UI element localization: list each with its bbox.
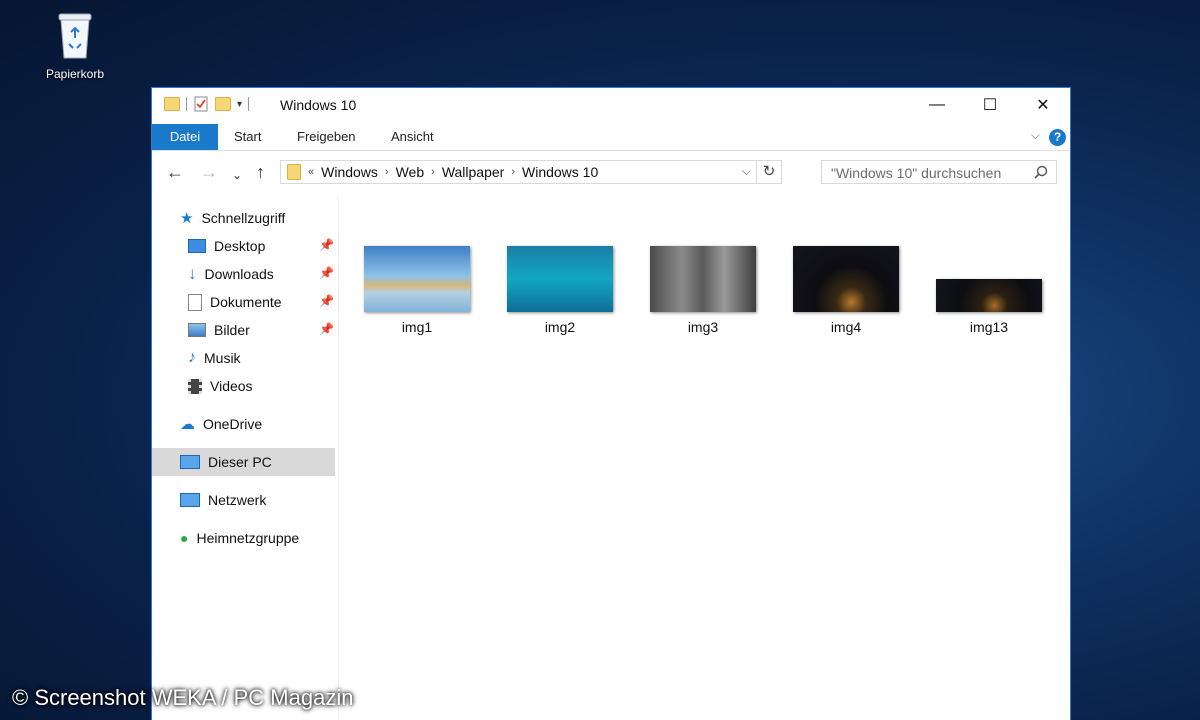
music-note-icon: ♪ [188,349,196,366]
close-button[interactable]: ✕ [1020,88,1066,122]
pin-icon[interactable]: 📌 [319,266,334,280]
nav-item-pictures[interactable]: Bilder [188,316,250,344]
nav-label: Videos [210,378,253,394]
search-box[interactable]: "Windows 10" durchsuchen [821,160,1057,184]
tab-start[interactable]: Start [234,124,261,150]
nav-item-videos[interactable]: Videos [188,372,253,400]
file-name: img13 [969,319,1009,335]
quick-access-toolbar: ▾ [164,96,250,112]
nav-label: Netzwerk [208,492,267,508]
nav-item-documents[interactable]: Dokumente [188,288,282,316]
tab-ansicht[interactable]: Ansicht [391,124,434,150]
file-name: img4 [830,319,862,335]
file-item[interactable]: img13 [929,246,1049,335]
pin-icon[interactable]: 📌 [319,294,334,308]
nav-label: Desktop [214,238,266,254]
up-button[interactable]: ↑ [256,163,265,181]
star-icon: ★ [180,210,194,227]
search-icon[interactable] [1034,165,1048,179]
nav-item-homegroup[interactable]: ● Heimnetzgruppe [180,524,299,552]
file-item[interactable]: img2 [500,246,620,335]
thumbnail-rock-image [650,246,756,312]
pin-icon[interactable]: 📌 [319,238,334,252]
folder-icon [164,97,180,111]
refresh-icon[interactable]: ↻ [756,161,781,183]
navigation-pane: ★ Schnellzugriff Desktop 📌 ↓ Downloads 📌… [152,196,339,720]
folder-icon [287,164,301,180]
separator [186,97,187,111]
file-item[interactable]: img3 [643,246,763,335]
pictures-icon [188,323,206,337]
customize-toolbar-dropdown-icon[interactable]: ▾ [237,99,242,110]
nav-item-network[interactable]: Netzwerk [180,486,266,514]
file-list: img1 img2 img3 img4 img13 [340,196,1070,720]
breadcrumb-windows-10[interactable]: Windows 10 [522,164,598,180]
homegroup-icon: ● [180,530,189,546]
search-input[interactable]: "Windows 10" durchsuchen [831,165,1001,181]
tab-freigeben[interactable]: Freigeben [297,124,356,150]
nav-label: Dokumente [210,294,282,310]
breadcrumb-web[interactable]: Web [396,164,425,180]
file-name: img2 [544,319,576,335]
address-bar[interactable]: « Windows › Web › Wallpaper › Windows 10… [280,160,782,184]
maximize-button[interactable]: ☐ [967,88,1013,122]
breadcrumb-wallpaper[interactable]: Wallpaper [442,164,505,180]
thumbnail-underwater-image [507,246,613,312]
pin-icon[interactable]: 📌 [319,322,334,336]
properties-icon[interactable] [193,96,209,112]
computer-icon [180,455,200,469]
desktop-icon [188,239,206,253]
expand-ribbon-icon[interactable]: ⌵ [1031,128,1040,143]
file-name: img3 [687,319,719,335]
film-icon [188,378,202,394]
file-item[interactable]: img1 [357,246,477,335]
recycle-bin-label: Papierkorb [45,67,105,81]
title-bar: ▾ Windows 10 — ☐ ✕ [152,88,1070,122]
explorer-window: ▾ Windows 10 — ☐ ✕ Datei Start Freigeben… [151,87,1071,720]
file-item[interactable]: img4 [786,246,906,335]
thumbnail-night-sky-image [793,246,899,312]
cloud-icon: ☁ [180,416,195,433]
ribbon-tabs: Datei Start Freigeben Ansicht ⌵ ? [152,124,1070,151]
chevron-right-icon[interactable]: › [511,166,515,178]
address-overflow-button[interactable]: « [308,166,314,178]
chevron-right-icon[interactable]: › [385,166,389,178]
nav-label: Bilder [214,322,250,338]
thumbnail-panorama-image [936,279,1042,312]
new-folder-icon[interactable] [215,97,231,111]
document-icon [188,293,202,311]
network-icon [180,493,200,507]
window-title: Windows 10 [280,97,357,113]
thumbnail-beach-image [364,246,470,312]
nav-label: Musik [204,350,241,366]
address-dropdown-icon[interactable]: ⌵ [742,164,751,179]
nav-item-desktop[interactable]: Desktop [188,232,265,260]
help-icon[interactable]: ? [1049,129,1066,146]
nav-item-this-pc[interactable]: Dieser PC [152,448,335,476]
nav-item-music[interactable]: ♪ Musik [188,344,241,372]
breadcrumb-windows[interactable]: Windows [321,164,378,180]
recent-locations-icon[interactable]: ⌄ [232,166,242,184]
minimize-button[interactable]: — [914,88,960,122]
recycle-bin-icon [58,13,92,59]
nav-item-onedrive[interactable]: ☁ OneDrive [180,410,262,438]
tab-datei[interactable]: Datei [152,124,218,150]
nav-label: Downloads [204,266,274,282]
recycle-bin-shortcut[interactable]: Papierkorb [30,8,120,81]
download-arrow-icon: ↓ [188,264,197,283]
nav-label: Dieser PC [208,454,272,470]
watermark: © Screenshot WEKA / PC Magazin [12,685,354,710]
nav-label: Schnellzugriff [201,210,286,226]
nav-label: OneDrive [203,416,263,432]
nav-item-quick-access[interactable]: ★ Schnellzugriff [180,204,285,232]
file-name: img1 [401,319,433,335]
nav-item-downloads[interactable]: ↓ Downloads [188,260,274,288]
back-button[interactable]: ← [166,163,184,181]
separator [248,97,250,111]
chevron-right-icon[interactable]: › [431,166,435,178]
forward-button[interactable]: → [200,163,218,181]
nav-label: Heimnetzgruppe [196,530,300,546]
navigation-bar: ← → ⌄ ↑ « Windows › Web › Wallpaper › Wi… [152,151,1070,195]
